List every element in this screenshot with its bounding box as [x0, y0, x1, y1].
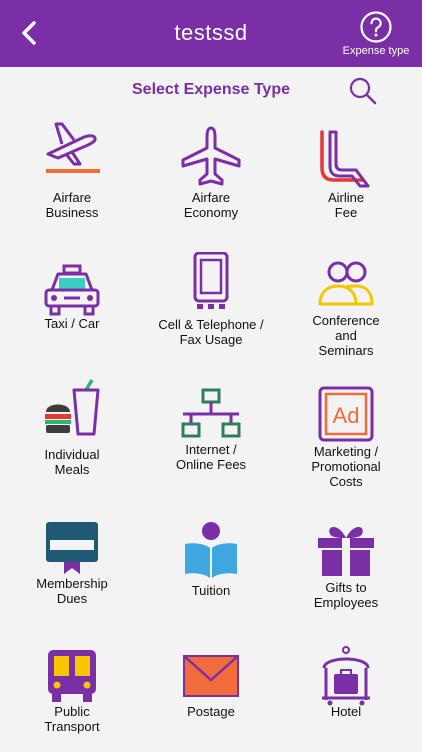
expense-item-marketing-promotional[interactable]: Ad Marketing / Promotional Costs	[276, 374, 416, 494]
item-label-line-1: Airfare	[191, 190, 231, 205]
expense-item-postage[interactable]: Postage	[141, 632, 281, 752]
membership-card-icon	[46, 522, 98, 574]
expense-item-public-transport[interactable]: Public Transport	[2, 632, 142, 752]
expense-item-gifts-to-employees[interactable]: Gifts to Employees	[276, 514, 416, 634]
item-label-line-2: Fax Usage	[179, 332, 243, 347]
item-label-line-1: Cell & Telephone /	[158, 317, 264, 332]
item-label-line-1: Gifts to	[325, 580, 367, 595]
item-label-line-2: Dues	[56, 591, 88, 606]
item-label-line-3: Seminars	[318, 343, 374, 358]
advertisement-icon: Ad	[318, 386, 374, 442]
network-icon	[181, 388, 241, 438]
svg-text:Ad: Ad	[333, 403, 360, 428]
expense-item-membership-dues[interactable]: Membership Dues	[2, 514, 142, 634]
item-label-line-1: Airline	[327, 190, 365, 205]
bus-icon	[48, 650, 96, 702]
item-label-line-1: Public	[54, 704, 90, 719]
expense-item-individual-meals[interactable]: Individual Meals	[2, 374, 142, 494]
item-label-line-2: Business	[45, 205, 99, 220]
burger-drink-icon	[45, 379, 100, 436]
item-label-line-1: Postage	[187, 704, 235, 719]
expense-item-airfare-business[interactable]: Airfare Business	[2, 112, 142, 232]
mobile-phone-icon	[193, 252, 229, 309]
search-button[interactable]	[348, 76, 378, 106]
item-label-line-1: Conference	[312, 313, 380, 328]
item-label-line-1: Tuition	[191, 583, 231, 598]
item-label-line-1: Airfare	[52, 190, 92, 205]
expense-item-tuition[interactable]: Tuition	[141, 514, 281, 634]
item-label-line-3: Costs	[329, 474, 363, 489]
item-label-line-2: and	[335, 328, 357, 343]
luggage-cart-icon	[322, 646, 370, 706]
expense-type-label: Expense type	[342, 45, 410, 57]
gift-box-icon	[318, 527, 374, 576]
item-label-line-2: Meals	[54, 462, 90, 477]
expense-item-internet-online-fees[interactable]: Internet / Online Fees	[141, 374, 281, 494]
airline-seat-icon	[320, 130, 370, 188]
reading-book-icon	[185, 522, 237, 578]
item-label-line-1: Membership	[36, 576, 108, 591]
item-label-line-2: Online Fees	[175, 457, 247, 472]
item-label-line-1: Taxi / Car	[44, 316, 100, 331]
expense-item-hotel[interactable]: Hotel	[276, 632, 416, 752]
expense-item-airfare-economy[interactable]: Airfare Economy	[141, 112, 281, 232]
item-label-line-2: Promotional	[311, 459, 381, 474]
item-label-line-1: Marketing /	[313, 444, 379, 459]
item-label-line-2: Employees	[313, 595, 379, 610]
expense-item-taxi-car[interactable]: Taxi / Car	[2, 252, 142, 372]
expense-item-airline-fee[interactable]: Airline Fee	[276, 112, 416, 232]
expense-item-conference-seminars[interactable]: Conference and Seminars	[276, 252, 416, 372]
taxi-icon	[44, 264, 100, 316]
envelope-icon	[183, 655, 239, 697]
expense-item-cell-telephone[interactable]: Cell & Telephone / Fax Usage	[141, 252, 281, 372]
airplane-departure-icon	[46, 122, 100, 173]
airplane-icon	[181, 126, 241, 186]
item-label-line-1: Individual	[44, 447, 100, 462]
question-circle-icon	[360, 11, 392, 43]
item-label-line-2: Transport	[44, 719, 100, 734]
expense-type-button[interactable]: Expense type	[340, 10, 412, 60]
item-label-line-2: Economy	[183, 205, 239, 220]
search-icon	[349, 77, 377, 105]
people-group-icon	[318, 261, 374, 306]
item-label-line-1: Hotel	[330, 704, 362, 719]
item-label-line-1: Internet /	[185, 442, 237, 457]
item-label-line-2: Fee	[334, 205, 358, 220]
app-header: testssd Expense type	[0, 0, 422, 67]
